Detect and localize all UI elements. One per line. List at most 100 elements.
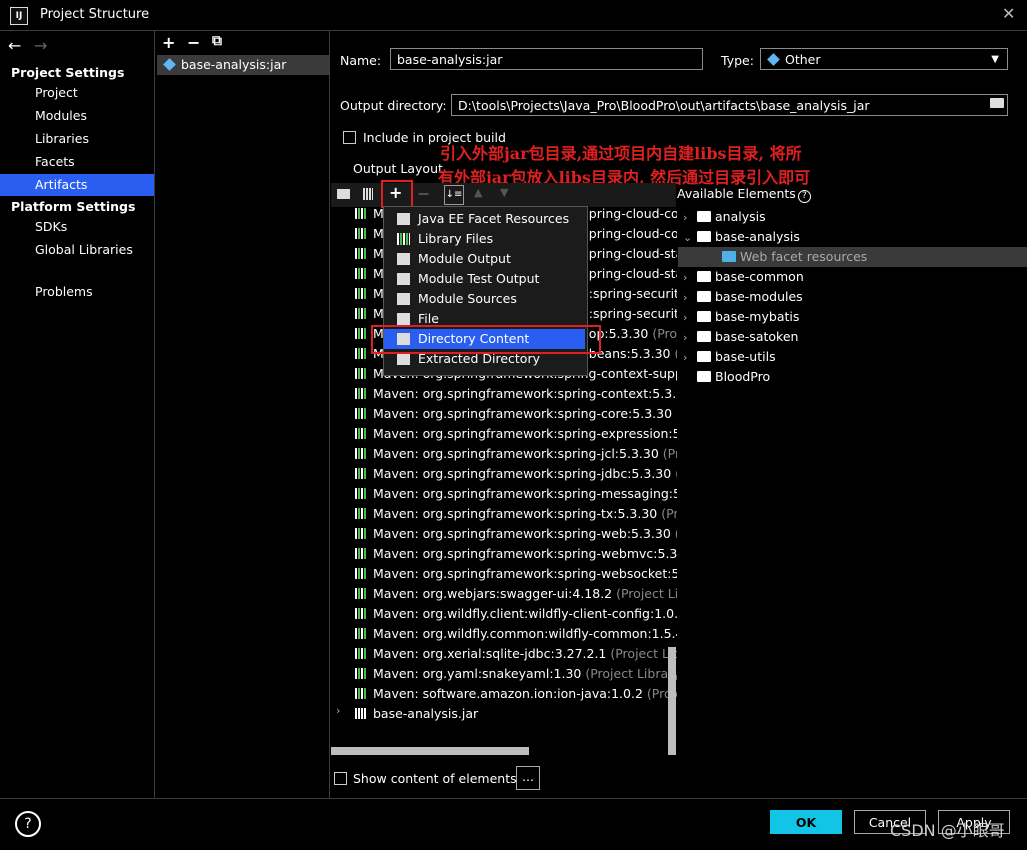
available-element[interactable]: › base-utils: [683, 347, 776, 367]
module-folder-icon: [697, 231, 711, 242]
name-input[interactable]: base-analysis:jar: [390, 48, 703, 70]
layout-row[interactable]: Maven: org.springframework:spring-core:5…: [355, 404, 677, 424]
module-folder-icon: [697, 331, 711, 342]
library-icon: [355, 428, 367, 439]
menu-item-icon: [397, 313, 410, 325]
create-directory-icon[interactable]: [337, 189, 350, 199]
chevron-down-icon[interactable]: ⌄: [683, 228, 697, 248]
web-resource-icon: [722, 251, 736, 262]
chevron-right-icon[interactable]: ›: [683, 268, 697, 288]
library-icon: [355, 268, 367, 279]
type-select[interactable]: Other ▼: [760, 48, 1008, 70]
more-options-button[interactable]: ...: [516, 766, 540, 790]
add-menu-item[interactable]: Module Test Output: [384, 269, 585, 289]
show-content-checkbox[interactable]: [334, 772, 347, 785]
add-menu-item[interactable]: Java EE Facet Resources: [384, 209, 585, 229]
chevron-right-icon[interactable]: ›: [683, 208, 697, 228]
back-arrow-icon[interactable]: ←: [8, 36, 21, 55]
layout-root-jar[interactable]: base-analysis.jar: [355, 704, 478, 724]
library-icon: [355, 408, 367, 419]
layout-row[interactable]: Maven: org.wildfly.client:wildfly-client…: [355, 604, 677, 624]
close-icon[interactable]: ✕: [1002, 4, 1015, 23]
add-menu-item[interactable]: Module Output: [384, 249, 585, 269]
library-icon: [355, 548, 367, 559]
jar-icon: [355, 708, 367, 719]
library-icon: [355, 688, 367, 699]
output-directory-input[interactable]: D:\tools\Projects\Java_Pro\BloodPro\out\…: [451, 94, 1008, 116]
layout-row[interactable]: Maven: org.wildfly.common:wildfly-common…: [355, 624, 677, 644]
watermark-text: CSDN @小眼哥: [890, 821, 1005, 840]
artifact-list-item[interactable]: base-analysis:jar: [157, 55, 329, 75]
include-in-build-checkbox[interactable]: [343, 131, 356, 144]
sidebar-item-project[interactable]: Project: [0, 82, 154, 104]
horizontal-scrollbar[interactable]: [331, 747, 529, 755]
browse-folder-icon[interactable]: [990, 98, 1004, 108]
available-element[interactable]: › base-modules: [683, 287, 803, 307]
layout-row[interactable]: Maven: org.springframework:spring-contex…: [355, 384, 677, 404]
copy-artifact-button[interactable]: ⧉: [212, 33, 222, 49]
library-icon: [355, 308, 367, 319]
layout-row[interactable]: Maven: software.amazon.ion:ion-java:1.0.…: [355, 684, 677, 704]
library-icon: [355, 228, 367, 239]
layout-row[interactable]: Maven: org.xerial:sqlite-jdbc:3.27.2.1 (…: [355, 644, 677, 664]
menu-item-icon: [397, 213, 410, 225]
remove-element-button[interactable]: −: [417, 184, 430, 203]
sidebar-item-libraries[interactable]: Libraries: [0, 128, 154, 150]
layout-row[interactable]: Maven: org.springframework:spring-tx:5.3…: [355, 504, 677, 524]
layout-row[interactable]: Maven: org.webjars:swagger-ui:4.18.2 (Pr…: [355, 584, 677, 604]
extract-archive-icon[interactable]: [363, 188, 373, 200]
library-icon: [355, 668, 367, 679]
layout-row[interactable]: Maven: org.springframework:spring-jcl:5.…: [355, 444, 677, 464]
add-artifact-button[interactable]: +: [162, 33, 175, 52]
available-element[interactable]: Web facet resources: [678, 247, 1027, 267]
library-icon: [355, 568, 367, 579]
library-icon: [355, 348, 367, 359]
add-element-button[interactable]: +: [389, 183, 402, 202]
layout-row[interactable]: Maven: org.springframework:spring-expres…: [355, 424, 677, 444]
chevron-right-icon[interactable]: ›: [336, 704, 340, 717]
library-icon: [355, 528, 367, 539]
sort-icon[interactable]: ↓≡: [444, 185, 464, 205]
chevron-down-icon: ▼: [991, 54, 999, 65]
layout-row[interactable]: Maven: org.springframework:spring-messag…: [355, 484, 677, 504]
move-up-icon[interactable]: ▲: [474, 186, 482, 199]
sidebar-item-modules[interactable]: Modules: [0, 105, 154, 127]
layout-row[interactable]: Maven: org.springframework:spring-webmvc…: [355, 544, 677, 564]
sidebar-item-global-libraries[interactable]: Global Libraries: [0, 239, 154, 261]
sidebar-item-facets[interactable]: Facets: [0, 151, 154, 173]
add-menu-item[interactable]: Library Files: [384, 229, 585, 249]
available-element[interactable]: BloodPro: [683, 367, 770, 387]
sidebar-item-problems[interactable]: Problems: [0, 281, 154, 303]
chevron-right-icon[interactable]: ›: [683, 288, 697, 308]
available-element[interactable]: ⌄ base-analysis: [683, 227, 800, 247]
forward-arrow-icon[interactable]: →: [34, 36, 47, 55]
layout-row[interactable]: Maven: org.yaml:snakeyaml:1.30 (Project …: [355, 664, 677, 684]
remove-artifact-button[interactable]: −: [187, 33, 200, 52]
available-element[interactable]: › base-mybatis: [683, 307, 799, 327]
sidebar-item-artifacts[interactable]: Artifacts: [0, 174, 154, 196]
add-menu-item[interactable]: Module Sources: [384, 289, 585, 309]
chevron-right-icon[interactable]: ›: [683, 308, 697, 328]
module-folder-icon: [697, 371, 711, 382]
available-element[interactable]: › analysis: [683, 207, 766, 227]
layout-row[interactable]: Maven: org.springframework:spring-jdbc:5…: [355, 464, 677, 484]
chevron-right-icon[interactable]: ›: [683, 328, 697, 348]
ok-button[interactable]: OK: [770, 810, 842, 834]
platform-settings-header: Platform Settings: [11, 199, 136, 214]
chevron-right-icon[interactable]: ›: [683, 348, 697, 368]
available-element[interactable]: › base-satoken: [683, 327, 798, 347]
other-type-icon: [767, 53, 780, 66]
show-content-label: Show content of elements: [353, 771, 517, 786]
library-icon: [355, 208, 367, 219]
sidebar-item-sdks[interactable]: SDKs: [0, 216, 154, 238]
help-icon[interactable]: ?: [15, 811, 41, 837]
menu-item-icon: [397, 273, 410, 285]
library-icon: [355, 508, 367, 519]
layout-row[interactable]: Maven: org.springframework:spring-websoc…: [355, 564, 677, 584]
module-folder-icon: [697, 291, 711, 302]
move-down-icon[interactable]: ▼: [500, 186, 508, 199]
available-element[interactable]: › base-common: [683, 267, 804, 287]
layout-row[interactable]: Maven: org.springframework:spring-web:5.…: [355, 524, 677, 544]
vertical-scrollbar[interactable]: [668, 647, 676, 755]
module-folder-icon: [697, 351, 711, 362]
